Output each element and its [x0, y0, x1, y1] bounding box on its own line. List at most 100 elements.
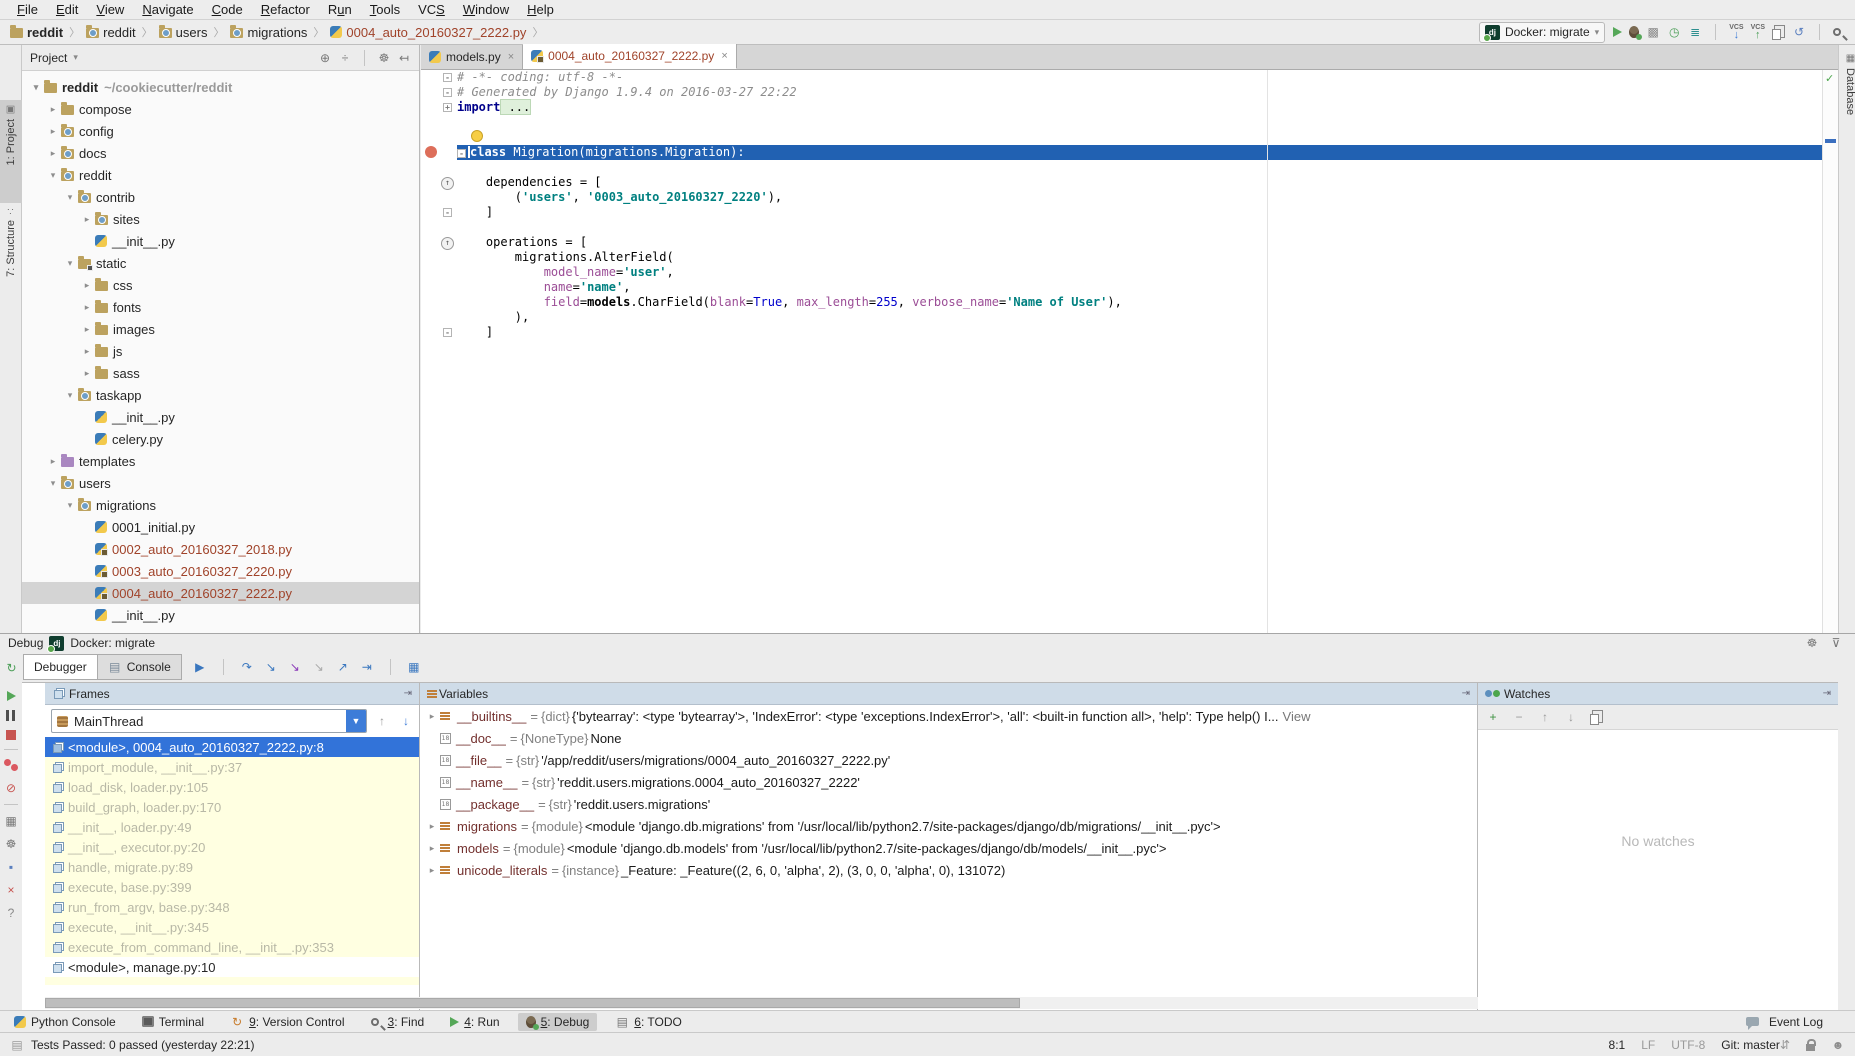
chevron-right-icon[interactable]: ▸	[45, 148, 61, 159]
force-step-into-icon[interactable]: ↘	[288, 660, 302, 674]
stack-frame[interactable]: execute, __init__.py:345	[45, 917, 419, 937]
commit-changes-icon[interactable]: VCS↑	[1751, 24, 1765, 40]
menu-code[interactable]: Code	[203, 2, 252, 17]
local-changes-icon[interactable]	[1772, 29, 1781, 40]
toolwindow-button-find[interactable]: 3: Find	[363, 1013, 433, 1031]
code-text[interactable]: name='name',	[457, 280, 1822, 295]
tree-item[interactable]: ▸templates	[22, 450, 419, 472]
fold-marker-icon[interactable]: +	[443, 103, 452, 112]
tree-item[interactable]: __init__.py	[22, 604, 419, 626]
stack-frame[interactable]: <module>, 0004_auto_20160327_2222.py:8	[45, 737, 419, 757]
tree-item[interactable]: 0004_auto_20160327_2222.py	[22, 582, 419, 604]
chevron-right-icon[interactable]: ▸	[79, 368, 95, 379]
fold-marker-icon[interactable]: -	[443, 73, 452, 82]
variable-row[interactable]: ▸migrations={module}<module 'django.db.m…	[420, 815, 1477, 837]
settings-icon[interactable]: ☸	[377, 51, 391, 65]
code-gutter[interactable]	[421, 160, 457, 175]
toolwindow-toggle-icon[interactable]: ▤	[10, 1038, 24, 1052]
toolwindow-button-python-console[interactable]: Python Console	[6, 1013, 124, 1031]
encoding[interactable]: UTF-8	[1671, 1038, 1705, 1052]
locate-file-icon[interactable]: ⊕	[318, 51, 332, 65]
close-tab-icon[interactable]: ×	[508, 51, 514, 63]
variable-row[interactable]: 18__package__={str}'reddit.users.migrati…	[420, 793, 1477, 815]
hide-panel-icon[interactable]: ↤	[397, 51, 411, 65]
code-gutter[interactable]: -	[421, 85, 457, 100]
pin-icon[interactable]: ▪	[4, 860, 18, 874]
code-gutter[interactable]	[421, 115, 457, 130]
code-gutter[interactable]	[421, 130, 457, 145]
toolwindow-button-terminal[interactable]: Terminal	[134, 1013, 212, 1031]
caret-position[interactable]: 8:1	[1609, 1038, 1626, 1052]
code-text[interactable]	[457, 220, 1822, 235]
code-gutter[interactable]: -	[421, 205, 457, 220]
breakpoint-icon[interactable]	[425, 146, 437, 158]
code-text[interactable]: model_name='user',	[457, 265, 1822, 280]
tool-strip-button-database[interactable]: ▦Database	[1839, 53, 1855, 163]
gutter-attribute-icon[interactable]: ↑	[441, 237, 454, 250]
code-line[interactable]: +import ...	[421, 100, 1822, 115]
code-text[interactable]: ),	[457, 310, 1822, 325]
chevron-right-icon[interactable]: ▸	[79, 214, 95, 225]
code-line[interactable]: name='name',	[421, 280, 1822, 295]
move-watch-up-icon[interactable]: ↑	[1538, 710, 1552, 724]
rerun-icon[interactable]: ↻	[5, 661, 19, 675]
stack-frame[interactable]: build_graph, loader.py:170	[45, 797, 419, 817]
code-line[interactable]	[421, 130, 1822, 145]
code-line[interactable]: ('users', '0003_auto_20160327_2220'),	[421, 190, 1822, 205]
stack-frame[interactable]: load_disk, loader.py:105	[45, 777, 419, 797]
tree-item[interactable]: ▾users	[22, 472, 419, 494]
toolwindow-button-debug[interactable]: 5: Debug	[518, 1013, 598, 1031]
chevron-right-icon[interactable]: ▸	[424, 821, 440, 832]
stack-frame[interactable]: __init__, executor.py:20	[45, 837, 419, 857]
step-into-icon[interactable]: ↘	[264, 660, 278, 674]
collapse-panel-icon[interactable]: ⇥	[404, 688, 412, 699]
chevron-down-icon[interactable]: ▾	[62, 500, 78, 511]
mute-breakpoints-icon[interactable]: ⊘	[4, 781, 18, 795]
settings-icon[interactable]: ☸	[4, 837, 18, 851]
restore-layout-icon[interactable]: ▦	[4, 814, 18, 828]
code-line[interactable]: -# -*- coding: utf-8 -*-	[421, 70, 1822, 85]
status-message[interactable]: Tests Passed: 0 passed (yesterday 22:21)	[31, 1038, 254, 1052]
stack-frame[interactable]: handle, migrate.py:89	[45, 857, 419, 877]
code-line[interactable]: migrations.AlterField(	[421, 250, 1822, 265]
editor-tab[interactable]: models.py×	[421, 45, 523, 69]
menu-file[interactable]: File	[8, 2, 47, 17]
stack-frame[interactable]: import_module, __init__.py:37	[45, 757, 419, 777]
chevron-down-icon[interactable]: ▾	[62, 192, 78, 203]
collapse-panel-icon[interactable]: ⇥	[1823, 688, 1831, 699]
close-icon[interactable]: ×	[4, 883, 18, 897]
project-panel-title[interactable]: Project	[30, 51, 67, 65]
menu-vcs[interactable]: VCS	[409, 2, 454, 17]
tree-item[interactable]: ▸docs	[22, 142, 419, 164]
code-line[interactable]: - ]	[421, 205, 1822, 220]
menu-run[interactable]: Run	[319, 2, 361, 17]
concurrency-diagram-icon[interactable]: ≣	[1688, 25, 1702, 39]
tree-item[interactable]: ▾reddit	[22, 164, 419, 186]
move-watch-down-icon[interactable]: ↓	[1564, 710, 1578, 724]
chevron-right-icon[interactable]: ▸	[79, 324, 95, 335]
tool-strip-button-7-structure[interactable]: ∴7: Structure	[0, 205, 22, 300]
toolwindow-button-run[interactable]: 4: Run	[442, 1013, 507, 1031]
tree-item[interactable]: ▸sass	[22, 362, 419, 384]
code-text[interactable]: migrations.AlterField(	[457, 250, 1822, 265]
code-text[interactable]	[457, 130, 1822, 145]
code-text[interactable]: dependencies = [	[457, 175, 1822, 190]
scrollbar-thumb[interactable]	[45, 998, 1020, 1008]
chevron-right-icon[interactable]: ▸	[79, 346, 95, 357]
error-stripe[interactable]: ✓	[1822, 70, 1838, 633]
code-text[interactable]: -class Migration(migrations.Migration):	[457, 145, 1822, 160]
step-out-icon[interactable]: ↗	[336, 660, 350, 674]
toolwindow-button-todo[interactable]: ▤6: TODO	[607, 1013, 690, 1031]
variable-view-link[interactable]: View	[1283, 709, 1311, 724]
code-gutter[interactable]	[421, 145, 457, 160]
code-gutter[interactable]	[421, 265, 457, 280]
tree-item[interactable]: ▾migrations	[22, 494, 419, 516]
code-gutter[interactable]	[421, 190, 457, 205]
debug-tab-console[interactable]: ▤Console	[97, 654, 182, 680]
variable-row[interactable]: 18__file__={str}'/app/reddit/users/migra…	[420, 749, 1477, 771]
event-log-button[interactable]: Event Log	[1738, 1013, 1831, 1031]
run-with-coverage-icon[interactable]: ▩	[1646, 25, 1660, 39]
code-gutter[interactable]	[421, 310, 457, 325]
breadcrumb-item[interactable]: users	[159, 25, 208, 40]
debug-tab-debugger[interactable]: Debugger	[23, 654, 98, 680]
